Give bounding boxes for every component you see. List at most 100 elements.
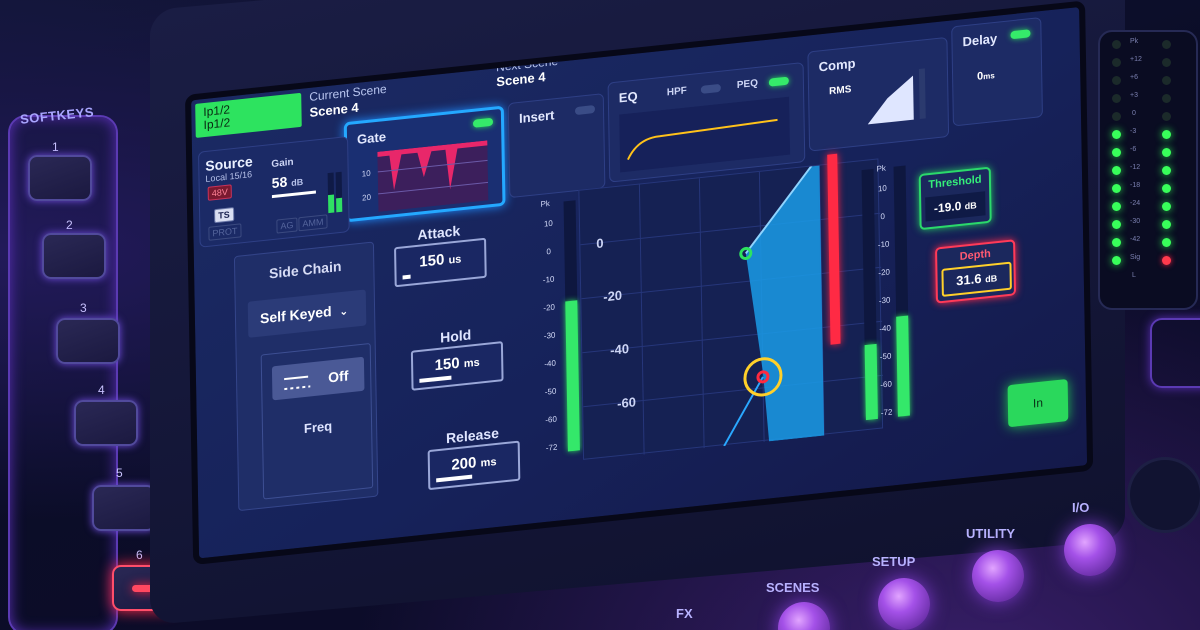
insert-enable-led[interactable] — [574, 105, 596, 116]
attack-control[interactable]: 150 us — [394, 237, 487, 288]
release-value-number: 200 — [451, 454, 477, 474]
release-value-unit: ms — [480, 455, 497, 470]
delay-enable-led[interactable] — [1010, 29, 1031, 40]
threshold-value: -19.0 dB — [925, 191, 986, 222]
in-scale-0: 0 — [546, 246, 551, 257]
side-chain-source-select[interactable]: Self Keyed ⌄ — [247, 289, 367, 338]
delay-value-unit: ms — [983, 71, 995, 82]
setup-button-label: SETUP — [872, 554, 916, 569]
hw-meter-tick-m6: -6 — [1130, 146, 1137, 153]
softkey-1[interactable] — [28, 155, 92, 201]
attack-value: 150 us — [396, 247, 484, 273]
in-scale-10: 10 — [543, 218, 553, 229]
tab-insert-label: Insert — [518, 107, 555, 127]
out-scale-0: 0 — [880, 211, 885, 222]
hw-meter-led — [1112, 166, 1121, 175]
hw-meter-tick-l: L — [1132, 272, 1136, 279]
gate-enable-led[interactable] — [472, 117, 494, 128]
phantom-48v-badge[interactable]: 48V — [207, 184, 232, 201]
hw-meter-led — [1162, 76, 1171, 85]
hw-meter-led — [1112, 238, 1121, 247]
in-scale-m20: -20 — [543, 302, 556, 313]
out-scale-m20: -20 — [878, 267, 891, 278]
out-scale-10: 10 — [877, 183, 887, 194]
hw-meter-led — [1112, 148, 1121, 157]
hold-control[interactable]: 150 ms — [410, 341, 504, 391]
out-scale-m40: -40 — [879, 323, 891, 334]
softkey-6-number: 6 — [136, 548, 143, 562]
io-button-label: I/O — [1072, 500, 1090, 515]
attack-value-number: 150 — [419, 251, 445, 271]
amm-badge[interactable]: AMM — [298, 214, 328, 232]
scenes-button[interactable] — [778, 602, 830, 630]
tab-eq[interactable]: EQ HPF PEQ — [607, 62, 806, 183]
tab-insert[interactable]: Insert — [507, 93, 606, 199]
hw-meter-led — [1162, 40, 1171, 49]
release-level-bar — [436, 474, 473, 483]
softkey-4-number: 4 — [98, 383, 105, 397]
gain-value[interactable]: 58 dB — [272, 172, 304, 191]
tab-delay[interactable]: Delay 0ms — [951, 17, 1043, 127]
gate-transfer-graph[interactable] — [578, 153, 884, 460]
threshold-label: Threshold — [928, 173, 982, 192]
out-scale-m30: -30 — [878, 295, 891, 306]
gate-thumbnail — [377, 140, 489, 212]
graph-axis-m60: -60 — [617, 394, 637, 412]
source-meter-right — [335, 171, 343, 213]
gate-output-meter-right-fill — [896, 315, 910, 417]
source-panel[interactable]: Source Local 15/16 48V TS PROT Gain 58 d… — [198, 135, 350, 248]
graph-axis-0: 0 — [596, 235, 604, 252]
side-chain-filter-button[interactable]: Off — [271, 356, 365, 401]
hw-meter-led — [1162, 256, 1171, 265]
hpf-label: HPF — [666, 85, 687, 99]
utility-button-label: UTILITY — [966, 526, 1016, 541]
tab-eq-label: EQ — [618, 88, 638, 106]
softkey-5[interactable] — [92, 485, 156, 531]
hw-meter-led — [1162, 202, 1171, 211]
release-control[interactable]: 200 ms — [427, 440, 521, 491]
ag-badge[interactable]: AG — [276, 217, 298, 234]
attack-value-unit: us — [448, 253, 462, 267]
talkback-button[interactable] — [1150, 318, 1200, 388]
depth-control[interactable]: Depth 31.6 dB — [935, 239, 1017, 304]
tab-comp[interactable]: Comp RMS — [807, 36, 950, 152]
in-scale-m60: -60 — [545, 414, 557, 425]
hw-meter-led — [1112, 130, 1121, 139]
softkey-3[interactable] — [56, 318, 120, 364]
ts-badge[interactable]: TS — [214, 207, 234, 224]
comp-meter — [918, 68, 926, 119]
gain-value-number: 58 — [271, 173, 288, 192]
mixer-console: SOFTKEYS 1 2 3 4 5 6 Ip1/2 Ip1/2 Current… — [0, 0, 1200, 630]
tab-gate[interactable]: Gate 10 20 — [343, 105, 506, 223]
gain-label: Gain — [271, 156, 294, 171]
filter-shape-icon — [284, 375, 311, 391]
hw-meter-led — [1162, 130, 1171, 139]
hw-meter-tick-pk: Pk — [1130, 38, 1139, 45]
depth-value-unit: dB — [985, 273, 998, 285]
eq-curve-thumbnail — [619, 96, 791, 173]
softkey-4[interactable] — [74, 400, 138, 446]
channel-chip[interactable]: Ip1/2 Ip1/2 — [195, 92, 302, 138]
utility-button[interactable] — [972, 550, 1024, 602]
gain-value-unit: dB — [291, 176, 304, 189]
hardware-meter-panel: Pk +12 +6 +3 0 -3 -6 -12 -18 -24 -30 -42… — [1098, 30, 1198, 310]
out-scale-m72: -72 — [880, 407, 893, 418]
threshold-control[interactable]: Threshold -19.0 dB — [918, 166, 992, 231]
io-button[interactable] — [1064, 524, 1116, 576]
tab-comp-label: Comp — [818, 55, 856, 75]
hw-meter-tick-sig: Sig — [1130, 254, 1141, 261]
softkey-2[interactable] — [42, 233, 106, 279]
hw-meter-tick-m3: -3 — [1130, 128, 1137, 135]
out-scale-m10: -10 — [877, 239, 890, 250]
release-value: 200 ms — [430, 450, 518, 476]
rotary-encoder[interactable] — [1130, 460, 1200, 530]
hw-meter-led — [1162, 94, 1171, 103]
gate-in-button[interactable]: In — [1007, 378, 1069, 428]
hw-meter-tick-12: +12 — [1130, 56, 1142, 63]
setup-button[interactable] — [878, 578, 930, 630]
peq-enable-led[interactable] — [768, 76, 789, 87]
side-chain-title: Side Chain — [268, 257, 342, 282]
hw-meter-tick-0: 0 — [1132, 110, 1136, 117]
prot-badge[interactable]: PROT — [208, 223, 242, 241]
hpf-enable-led[interactable] — [700, 83, 721, 94]
